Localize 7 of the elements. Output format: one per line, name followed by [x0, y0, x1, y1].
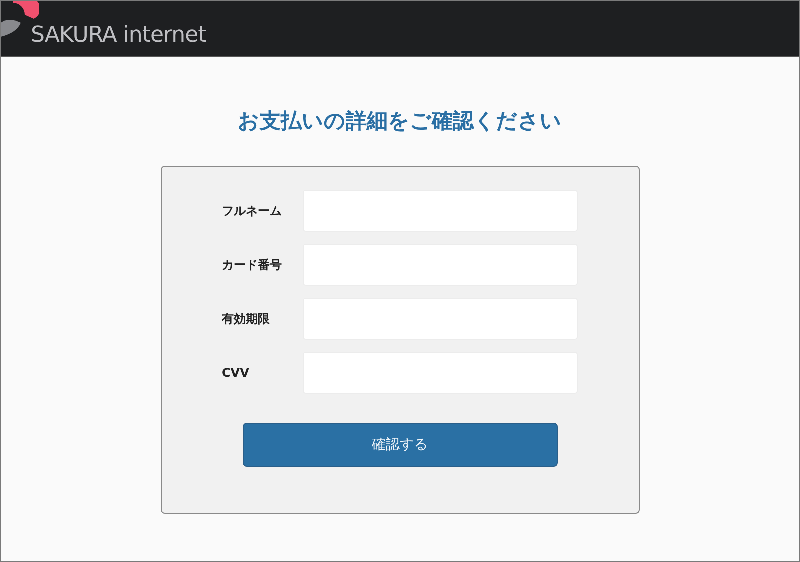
confirm-button[interactable]: 確認する — [242, 423, 558, 467]
page-title: お支払いの詳細をご確認ください — [238, 108, 562, 135]
field-label: カード番号 — [222, 256, 283, 274]
field-label: フルネーム — [222, 202, 283, 220]
field-label: 有効期限 — [222, 310, 271, 328]
field-label: CVV — [222, 366, 250, 380]
brand-name: SAKURA internet — [31, 25, 206, 47]
